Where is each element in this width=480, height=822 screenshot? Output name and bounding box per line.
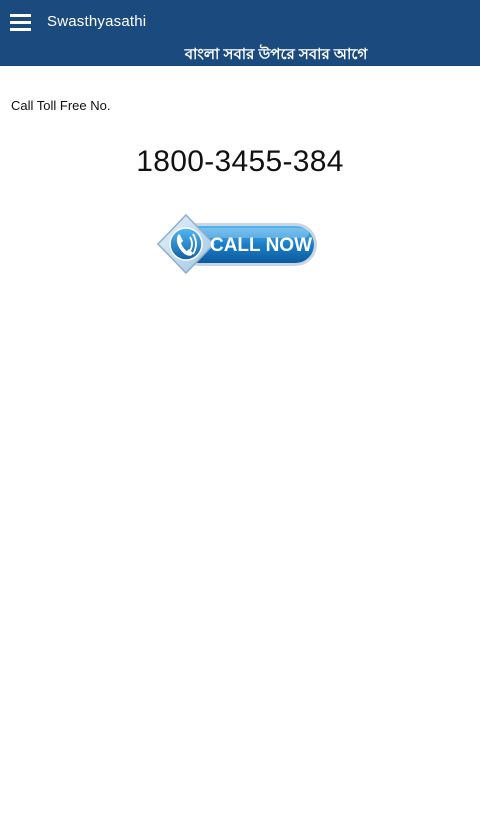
phone-circle [169,227,203,261]
toll-free-label: Call Toll Free No. [11,98,111,113]
app-title: Swasthyasathi [47,13,147,30]
call-now-graphic: CALL NOW [156,213,317,275]
phone-number[interactable]: 1800-3455-384 [0,145,480,179]
call-now-label: CALL NOW [210,235,312,256]
call-now-button[interactable]: CALL NOW [155,213,320,275]
header-tagline: বাংলা সবার উপরে সবার আগে [184,46,368,63]
hamburger-menu-icon[interactable] [10,14,31,32]
app-bar: Swasthyasathi বাংলা সবার উপরে সবার আগে [0,0,480,66]
